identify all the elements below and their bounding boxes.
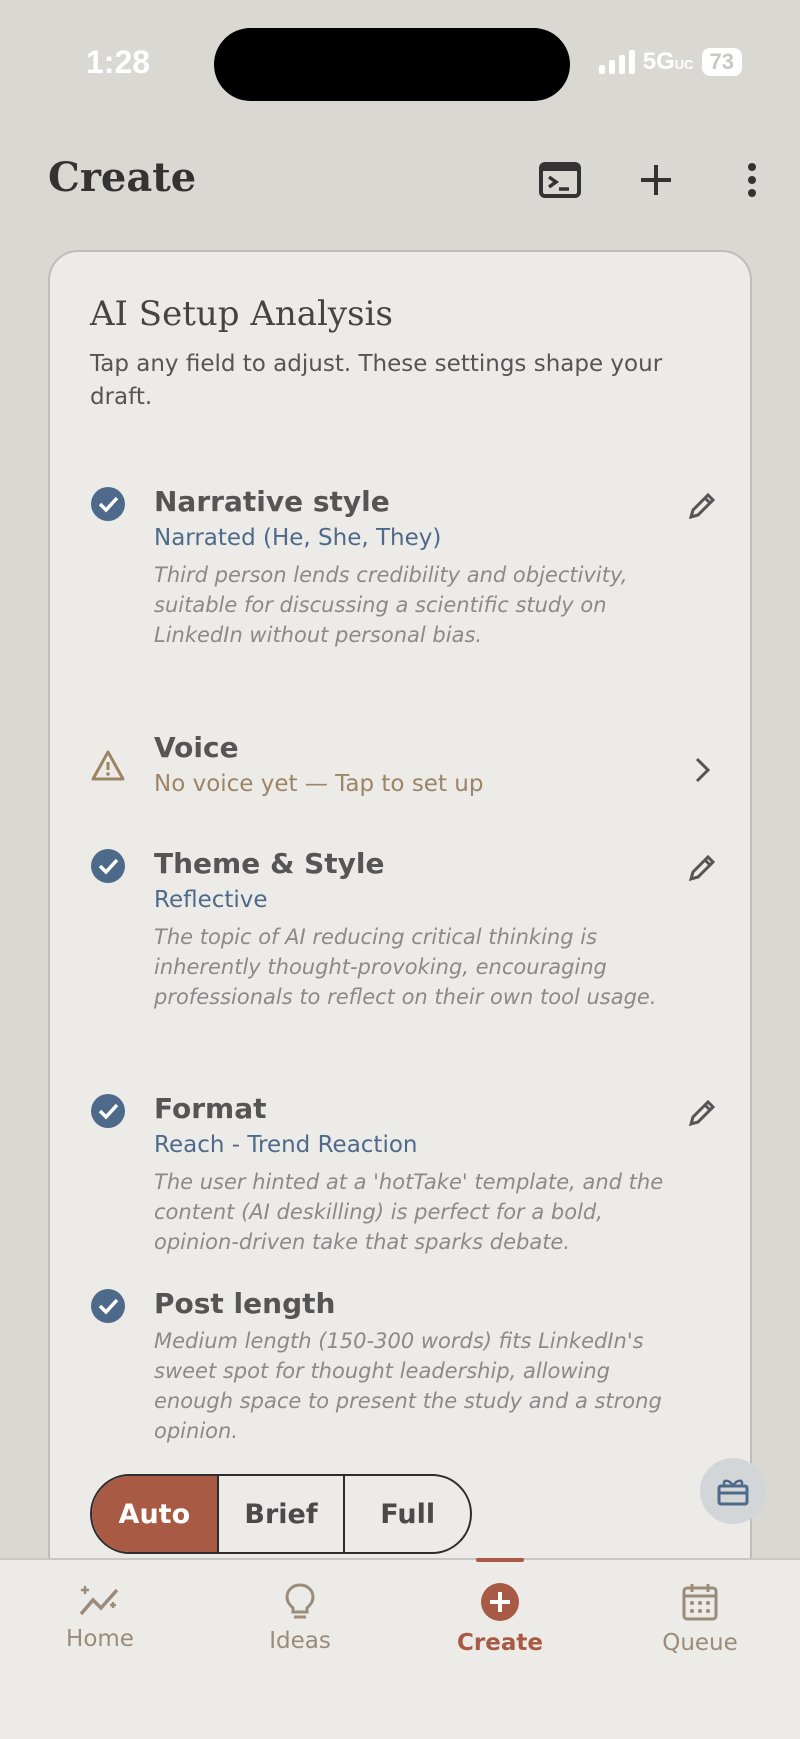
nav-label: Create xyxy=(457,1630,543,1656)
check-circle-icon xyxy=(90,1093,126,1129)
nav-create[interactable]: Create xyxy=(400,1582,600,1656)
page-title: Create xyxy=(48,154,197,201)
length-segmented-control: Auto Brief Full xyxy=(90,1474,472,1554)
check-circle-icon xyxy=(90,848,126,884)
plus-icon[interactable] xyxy=(632,156,680,204)
battery-indicator: 73 xyxy=(701,48,742,76)
status-indicators: 5GUC 73 xyxy=(598,48,742,76)
nav-label: Home xyxy=(66,1626,134,1652)
setting-label: Narrative style xyxy=(154,485,390,518)
length-option-brief[interactable]: Brief xyxy=(216,1476,344,1552)
nav-home[interactable]: Home xyxy=(0,1582,200,1652)
setting-label: Format xyxy=(154,1092,267,1125)
card-subtitle: Tap any field to adjust. These settings … xyxy=(90,351,663,410)
setting-label: Voice xyxy=(154,731,239,764)
setting-description: Medium length (150-300 words) fits Linke… xyxy=(154,1329,662,1443)
gift-icon xyxy=(717,1479,749,1506)
setting-value: Narrated (He, She, They) xyxy=(154,525,442,551)
setting-description: The topic of AI reducing critical thinki… xyxy=(154,925,657,1009)
nav-queue[interactable]: Queue xyxy=(600,1582,800,1656)
terminal-icon[interactable] xyxy=(536,156,584,204)
bottom-navigation: Home Ideas Create Queue xyxy=(0,1558,800,1739)
pencil-icon[interactable] xyxy=(682,1093,722,1133)
nav-label: Queue xyxy=(662,1630,738,1656)
more-vertical-icon[interactable] xyxy=(728,156,776,204)
ai-setup-card: AI Setup Analysis Tap any field to adjus… xyxy=(48,250,752,1580)
card-title: AI Setup Analysis xyxy=(90,294,393,334)
check-circle-icon xyxy=(90,1288,126,1324)
pencil-icon[interactable] xyxy=(682,486,722,526)
setting-value: Reflective xyxy=(154,887,268,913)
length-option-auto[interactable]: Auto xyxy=(92,1476,217,1552)
signal-icon xyxy=(598,50,635,74)
calendar-icon xyxy=(682,1584,718,1621)
sparkle-chart-icon xyxy=(79,1586,119,1616)
network-label: 5GUC xyxy=(642,48,694,75)
chevron-right-icon[interactable] xyxy=(682,750,722,790)
check-circle-icon xyxy=(90,486,126,522)
setting-description: The user hinted at a 'hotTake' template,… xyxy=(154,1170,664,1254)
lightbulb-icon xyxy=(285,1583,315,1619)
app-header: Create xyxy=(0,150,800,210)
setting-value: No voice yet — Tap to set up xyxy=(154,771,484,797)
gift-button[interactable] xyxy=(700,1458,766,1524)
status-time: 1:28 xyxy=(86,44,151,80)
length-option-full[interactable]: Full xyxy=(343,1476,470,1552)
pencil-icon[interactable] xyxy=(682,848,722,888)
setting-value: Reach - Trend Reaction xyxy=(154,1132,418,1158)
setting-label: Theme & Style xyxy=(154,847,385,880)
plus-circle-icon xyxy=(481,1583,519,1621)
active-tab-indicator xyxy=(476,1558,524,1562)
setting-description: Third person lends credibility and objec… xyxy=(154,563,628,647)
dynamic-island xyxy=(214,28,570,101)
nav-label: Ideas xyxy=(269,1628,331,1654)
warning-icon xyxy=(90,748,126,784)
setting-label: Post length xyxy=(154,1287,336,1320)
status-bar: 1:28 5GUC 73 xyxy=(0,0,800,130)
nav-ideas[interactable]: Ideas xyxy=(200,1582,400,1654)
